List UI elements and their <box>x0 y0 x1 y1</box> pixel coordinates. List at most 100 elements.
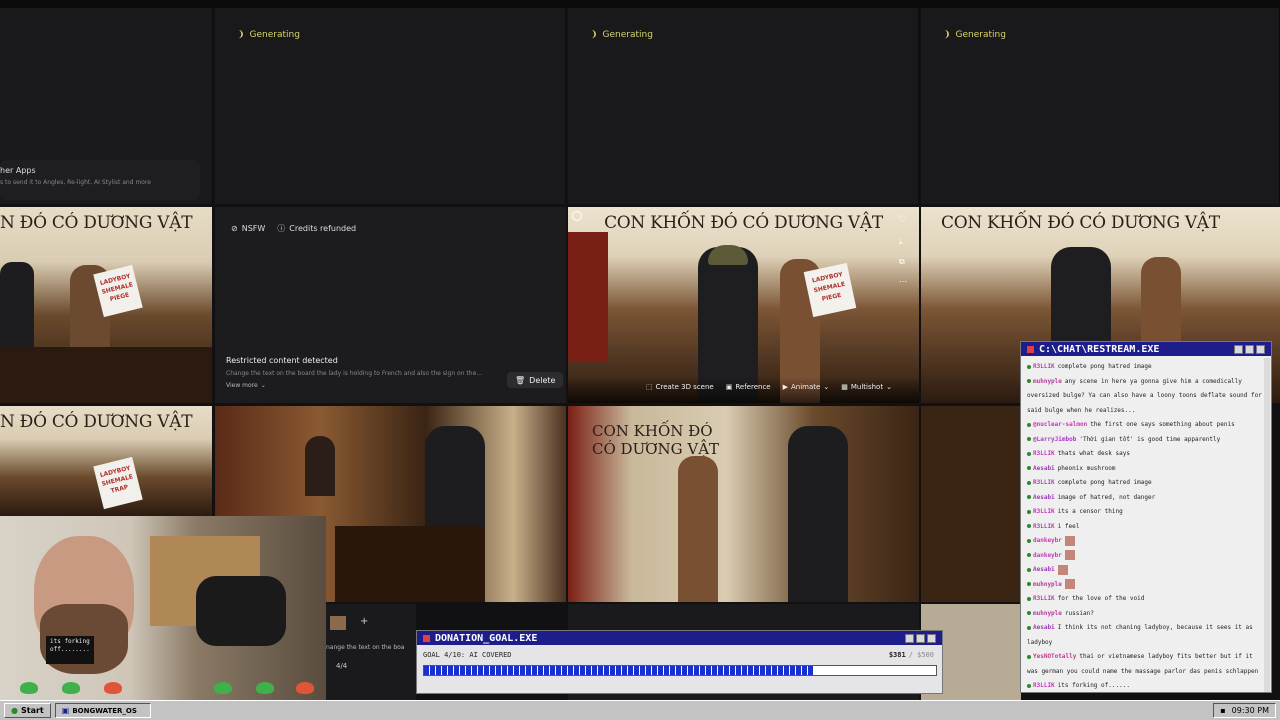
multishot-button[interactable]: ▦ Multishot ⌄ <box>841 383 892 391</box>
start-button[interactable]: ● Start <box>4 703 51 718</box>
generated-image-left[interactable]: N ĐÓ CÓ DƯƠNG VẬT LADYBOY SHEMALE PIEGE <box>0 207 212 403</box>
chat-title: C:\CHAT\RESTREAM.EXE <box>1039 343 1160 355</box>
generated-image-row3-3[interactable]: CON KHỐN ĐÓ CÓ DƯƠNG VẬT <box>568 406 919 602</box>
chat-text: was german you could name the massage pa… <box>1027 667 1259 675</box>
generated-image-row3-left[interactable]: N ĐÓ CÓ DƯƠNG VẬT LADYBOY SHEMALE TRAP <box>0 406 212 516</box>
donation-amount: $381 / $500 <box>889 651 934 659</box>
generated-image-selected[interactable]: CON KHỐN ĐÓ CÓ DƯƠNG VẬT LADYBOY SHEMALE… <box>568 207 919 403</box>
animate-label: Animate <box>791 383 821 391</box>
user-badge-icon <box>1027 495 1031 499</box>
other-apps-subtitle: s to send it to Angles, Re-light, AI Sty… <box>0 179 151 186</box>
chat-text: the first one says something about penis <box>1090 421 1235 428</box>
frog-row <box>0 676 326 700</box>
chat-message: R3LLIK i feel <box>1027 520 1265 535</box>
animate-button[interactable]: ▶ Animate ⌄ <box>783 383 830 391</box>
user-badge-icon <box>1027 654 1031 659</box>
delete-button[interactable]: 🗑 Delete <box>507 372 564 388</box>
counter: 4/4 <box>336 662 348 670</box>
clock: 09:30 PM <box>1231 706 1269 715</box>
sign-text: N ĐÓ CÓ DƯƠNG VẬT <box>0 213 193 233</box>
download-icon[interactable]: ⤓ <box>899 237 903 247</box>
chat-text: ladyboy <box>1027 638 1053 646</box>
chat-text: its forking of...... <box>1057 682 1130 689</box>
chat-window: C:\CHAT\RESTREAM.EXE R3LLIK complete pong… <box>1020 341 1272 693</box>
chat-username: R3LLIK <box>1033 595 1055 602</box>
red-banner <box>568 232 608 362</box>
chat-username: dankeybr <box>1033 551 1062 559</box>
donation-progress-fill <box>424 666 815 675</box>
minimize-button[interactable] <box>1234 344 1243 354</box>
helmet <box>708 245 748 265</box>
thumbnail[interactable] <box>330 616 346 630</box>
taskbar-app-button[interactable]: ▣ BONGWATER_OS <box>54 703 151 718</box>
generated-image-row3-4[interactable] <box>921 406 1021 602</box>
chat-titlebar: C:\CHAT\RESTREAM.EXE <box>1021 342 1271 356</box>
top-strip <box>0 0 1280 8</box>
user-badge-icon <box>1027 567 1031 572</box>
chat-message: muhnyple russian? <box>1027 607 1265 622</box>
chat-message: dankeybr <box>1027 534 1265 549</box>
woman-figure <box>678 456 718 602</box>
frog-emote <box>62 682 80 694</box>
minimize-button[interactable] <box>905 633 914 643</box>
chevron-down-icon: ⌄ <box>260 382 266 389</box>
maximize-button[interactable] <box>916 633 925 643</box>
delete-label: Delete <box>529 375 556 385</box>
more-icon[interactable]: ⋯ <box>899 277 907 286</box>
copy-icon[interactable]: ⧉ <box>899 257 905 267</box>
chat-username: R3LLIK <box>1033 682 1055 689</box>
reference-button[interactable]: ▣ Reference <box>726 383 771 391</box>
generating-cell-3: ❩ Generating <box>921 8 1280 204</box>
frog-emote <box>214 682 232 694</box>
chat-username: Aesabi <box>1033 624 1055 631</box>
user-badge-icon <box>1027 524 1031 528</box>
chat-text: said bulge when he realizes... <box>1027 406 1136 414</box>
spinner-icon: ❩ <box>590 30 598 40</box>
select-checkbox[interactable] <box>572 211 582 221</box>
microphone <box>196 576 286 646</box>
tray-icon: ▪ <box>1220 706 1226 715</box>
chat-message: R3LLIK complete pong hatred image <box>1027 476 1265 491</box>
chat-username: Aesabi <box>1033 493 1055 501</box>
frog-emote <box>104 682 122 694</box>
chat-scrollbar[interactable] <box>1264 358 1270 692</box>
frog-icon: ● <box>11 706 18 715</box>
emote-icon <box>1057 564 1068 575</box>
chat-text: i feel <box>1057 522 1080 530</box>
heart-icon[interactable]: ♡ <box>898 215 906 225</box>
user-badge-icon <box>1027 625 1031 630</box>
window-icon <box>1027 345 1034 353</box>
frog-emote <box>20 682 38 694</box>
chat-message: dankeybr <box>1027 549 1265 564</box>
maximize-button[interactable] <box>1245 344 1254 354</box>
plus-icon[interactable]: + <box>360 616 368 627</box>
emote-icon <box>1064 550 1075 560</box>
chat-message: @LarryJimbob 'Thời gian tốt' is good time… <box>1027 433 1265 448</box>
chat-username: Aesabi <box>1033 566 1055 573</box>
donation-current: $381 <box>888 651 906 659</box>
chat-text: russian? <box>1064 609 1094 617</box>
chat-log: R3LLIK complete pong hatred image muhnyple… <box>1021 356 1271 690</box>
chat-message: said bulge when he realizes... <box>1027 404 1265 419</box>
chat-text: thai or vietnamese ladyboy fits better b… <box>1079 653 1253 660</box>
chat-text: image of hatred, not danger <box>1057 493 1156 501</box>
frog-emote <box>256 682 274 694</box>
nsfw-label: NSFW <box>241 224 266 233</box>
chat-username: dankeybr <box>1033 537 1062 544</box>
view-more-link[interactable]: View more ⌄ <box>226 382 266 389</box>
close-button[interactable] <box>927 633 936 643</box>
other-apps-card[interactable]: her Apps s to send it to Angles, Re-ligh… <box>0 160 200 200</box>
create-3d-scene-button[interactable]: ⬚ Create 3D scene <box>646 383 714 391</box>
chat-username: muhnyple <box>1033 580 1062 588</box>
close-button[interactable] <box>1256 344 1265 354</box>
placard: LADYBOY SHEMALE PIEGE <box>803 262 857 318</box>
reference-label: Reference <box>735 383 771 391</box>
chat-username: @LarryJimbob <box>1033 435 1077 443</box>
user-badge-icon <box>1027 364 1031 369</box>
user-badge-icon <box>1027 437 1031 441</box>
emote-icon <box>1064 579 1075 589</box>
restricted-prompt: Change the text on the board the lady is… <box>226 370 482 377</box>
desk <box>335 526 485 602</box>
user-badge-icon <box>1027 509 1031 514</box>
multishot-label: Multishot <box>850 383 884 391</box>
